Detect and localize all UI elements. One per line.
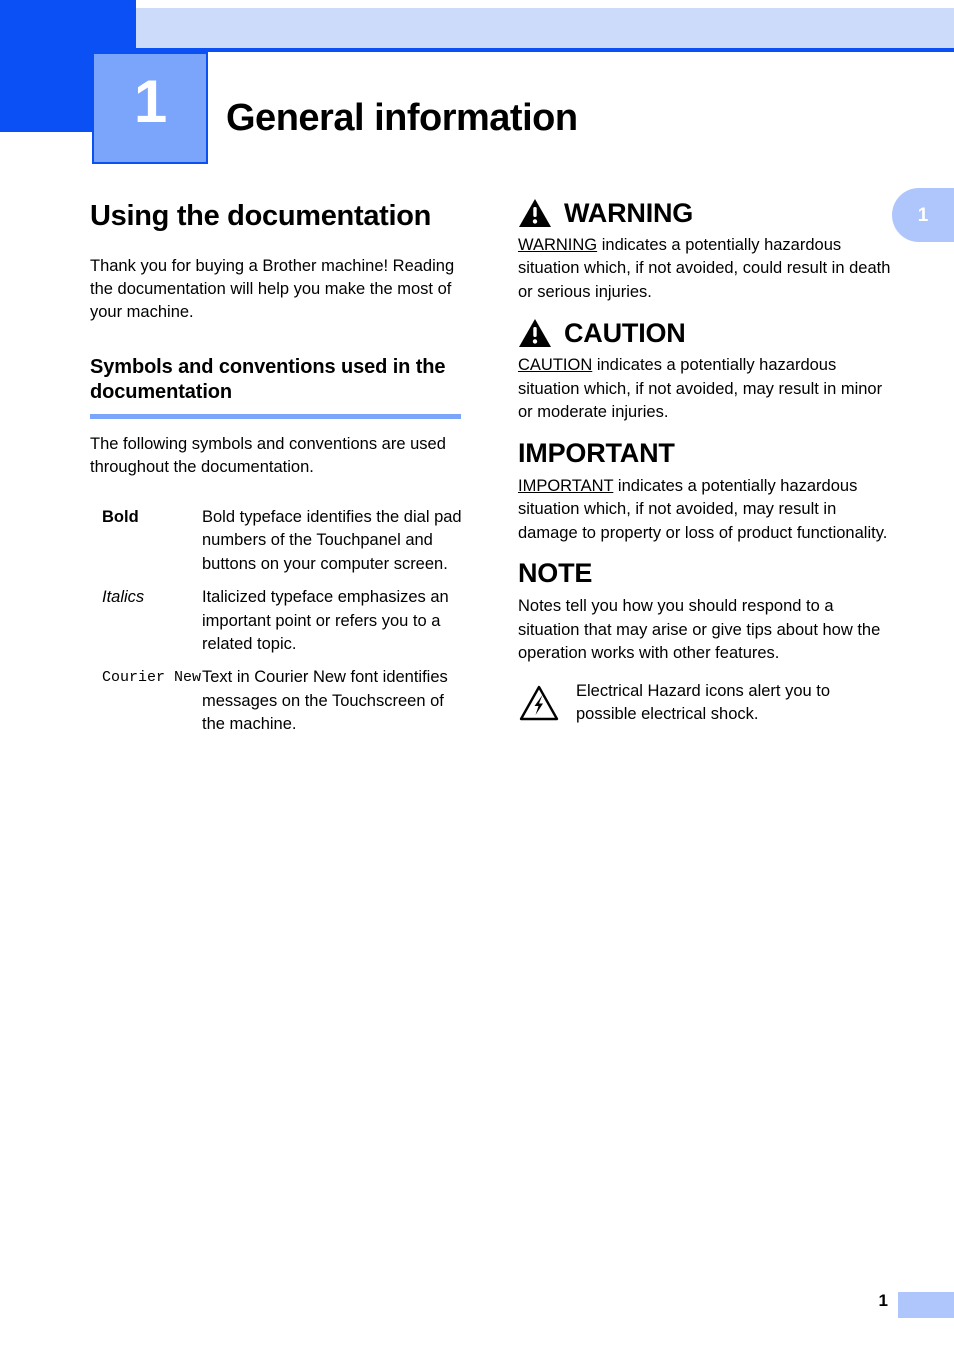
convention-term-bold: Bold xyxy=(102,507,139,526)
alert-label-caution: CAUTION xyxy=(564,317,686,348)
left-column: Using the documentation Thank you for bu… xyxy=(90,198,464,747)
alert-term-warning: WARNING xyxy=(518,236,598,254)
chapter-number: 1 xyxy=(133,68,167,135)
chapter-thumb-tab: 1 xyxy=(892,188,954,242)
header-light-bar xyxy=(136,8,954,48)
alert-body-important: IMPORTANT indicates a potentially hazard… xyxy=(518,475,892,545)
alert-body-note: Notes tell you how you should respond to… xyxy=(518,597,881,663)
subsection-paragraph: The following symbols and conventions ar… xyxy=(90,434,446,477)
chapter-number-box: 1 xyxy=(92,52,208,164)
alert-term-important: IMPORTANT xyxy=(518,476,614,495)
alert-body-caution: CAUTION indicates a potentially hazardou… xyxy=(518,354,892,424)
subsection-heading-symbols-and-conventions: Symbols and conventions used in the docu… xyxy=(90,355,446,404)
convention-term-italics: Italics xyxy=(102,588,145,607)
page-title: General information xyxy=(226,97,578,140)
convention-description-courier-new: Text in Courier New font identifies mess… xyxy=(202,668,448,734)
convention-description-bold: Bold typeface identifies the dial pad nu… xyxy=(202,507,462,573)
electrical-hazard-text: Electrical Hazard icons alert you to pos… xyxy=(576,681,831,724)
list-item: Italics Italicized typeface emphasizes a… xyxy=(90,586,464,656)
header-rule xyxy=(136,48,954,52)
alert-label-important: IMPORTANT xyxy=(518,437,675,468)
footer-color-block xyxy=(898,1292,954,1318)
subsection-divider xyxy=(90,413,461,419)
intro-paragraph: Thank you for buying a Brother machine! … xyxy=(90,256,455,322)
alert-header-caution: CAUTION xyxy=(518,318,892,348)
warning-triangle-icon xyxy=(519,319,551,348)
list-item: Bold Bold typeface identifies the dial p… xyxy=(90,506,464,576)
alert-header-warning: WARNING xyxy=(518,198,892,228)
footer-page-number: 1 xyxy=(878,1291,888,1310)
list-item: Courier New Text in Courier New font ide… xyxy=(90,666,464,736)
alert-label-note: NOTE xyxy=(518,558,593,589)
electrical-hazard-icon xyxy=(519,685,559,720)
right-column: WARNING WARNING indicates a potentially … xyxy=(518,198,892,727)
convention-description-italics: Italicized typeface emphasizes an import… xyxy=(202,588,449,653)
alert-body-warning: WARNING indicates a potentially hazardou… xyxy=(518,234,892,304)
alert-label-warning: WARNING xyxy=(564,197,694,228)
warning-triangle-icon xyxy=(519,199,551,227)
conventions-list: Bold Bold typeface identifies the dial p… xyxy=(90,506,464,737)
alert-term-caution: CAUTION xyxy=(518,356,593,375)
electrical-hazard-note: Electrical Hazard icons alert you to pos… xyxy=(518,680,892,727)
convention-term-courier-new: Courier New xyxy=(102,669,202,687)
section-heading-using-the-documentation: Using the documentation xyxy=(90,200,432,232)
chapter-tab-number: 1 xyxy=(917,204,929,226)
